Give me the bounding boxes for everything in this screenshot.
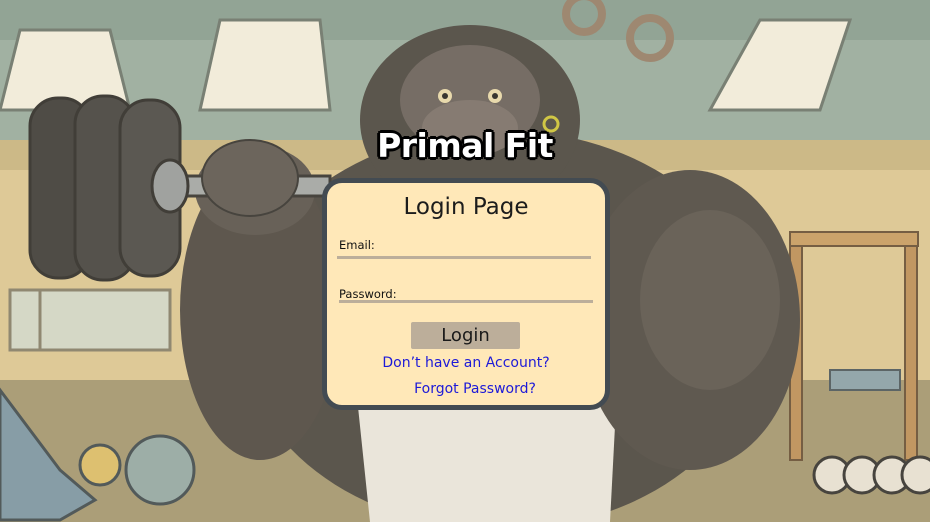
login-card: Login Page Email: Password: Login Don’t … [322, 178, 610, 410]
signup-link[interactable]: Don’t have an Account? [327, 355, 605, 371]
email-field[interactable] [337, 243, 591, 259]
login-title: Login Page [403, 194, 529, 220]
forgot-password-link[interactable]: Forgot Password? [336, 381, 614, 397]
password-field[interactable] [339, 287, 593, 303]
brand-title: Primal Fit [377, 126, 553, 165]
login-button[interactable]: Login [411, 322, 520, 349]
